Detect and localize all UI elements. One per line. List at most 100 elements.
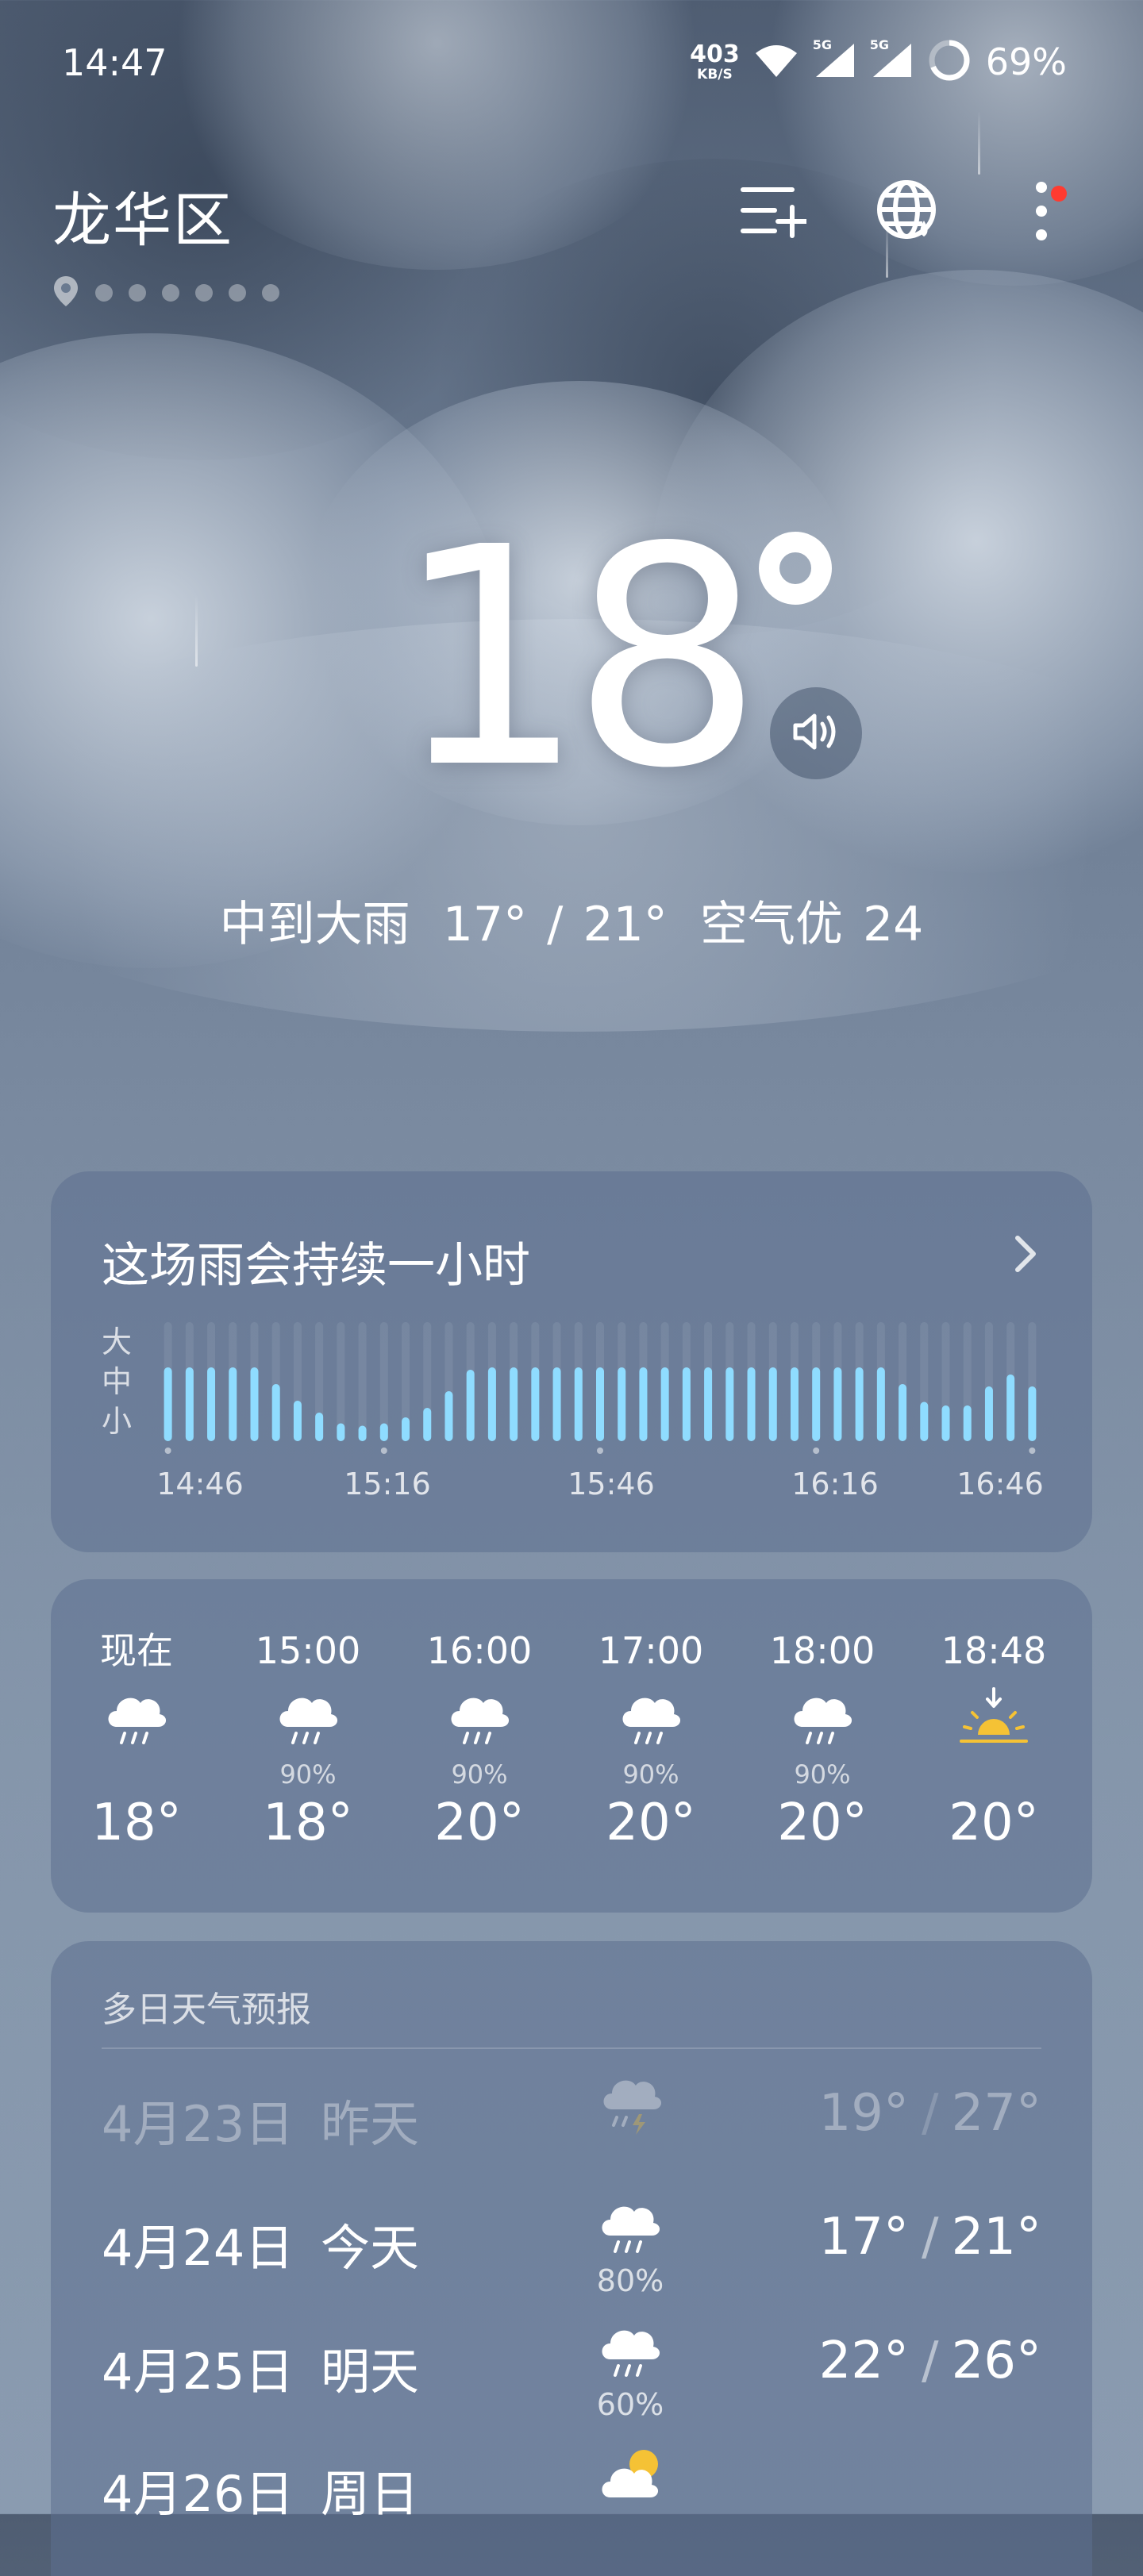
condition-text: 中到大雨 xyxy=(219,897,410,952)
hour-temp: 20° xyxy=(777,1794,868,1852)
hour-time: 16:00 xyxy=(426,1629,533,1672)
rain-forecast-card[interactable]: 这场雨会持续一小时 大 中 小 14:46 15:16 15:46 16:16 … xyxy=(51,1171,1092,1552)
thunderstorm-icon xyxy=(583,2068,678,2140)
temperature-range: 17° / 21° xyxy=(442,897,668,952)
day-row-tomorrow[interactable]: 4月25日 明天 60% 22°/26° xyxy=(51,2308,1092,2427)
rain-bar xyxy=(618,1367,626,1441)
divider xyxy=(102,2047,1041,2049)
x-tick-marker xyxy=(597,1448,603,1454)
hour-temp: 18° xyxy=(263,1794,353,1852)
status-time: 14:47 xyxy=(62,41,167,84)
day-row-yesterday[interactable]: 4月23日 昨天 19°/27° xyxy=(51,2060,1092,2179)
notification-dot xyxy=(1051,186,1067,202)
day-label: 今天 xyxy=(321,2219,420,2277)
hour-precip: 90% xyxy=(794,1759,851,1790)
page-dot xyxy=(229,284,246,302)
manage-cities-button[interactable] xyxy=(735,175,811,251)
rain-bar xyxy=(552,1367,561,1441)
rain-bar xyxy=(574,1367,583,1441)
rain-bar xyxy=(855,1367,864,1441)
day-low: 22° xyxy=(818,2332,909,2390)
rain-bar xyxy=(725,1367,734,1441)
rain-bar xyxy=(596,1367,604,1441)
x-tick-marker xyxy=(380,1448,387,1454)
day-high: 26° xyxy=(951,2332,1041,2390)
day-temperature-range: 19°/27° xyxy=(819,2084,1041,2143)
hour-item[interactable]: 18:00 90% 20° xyxy=(743,1627,902,1852)
rain-bar xyxy=(207,1367,216,1441)
rain-bar xyxy=(876,1367,885,1441)
rain-bar xyxy=(315,1413,324,1441)
rain-bar xyxy=(768,1367,777,1441)
day-row-today[interactable]: 4月24日 今天 80% 17°/21° xyxy=(51,2184,1092,2303)
more-menu-button[interactable] xyxy=(1003,175,1080,251)
rain-bar xyxy=(444,1391,453,1441)
hourly-forecast-card[interactable]: 现在 18° 15:00 90% 18° 16:00 90% 20° 17:00… xyxy=(51,1579,1092,1913)
voice-broadcast-button[interactable] xyxy=(770,687,862,779)
net-speed-value: 403 xyxy=(690,40,740,68)
hour-precip: 90% xyxy=(451,1759,508,1790)
status-icons: 403 KB/S 5G 5G 69% xyxy=(690,37,1067,86)
degree-symbol xyxy=(759,532,832,605)
page-dot xyxy=(95,284,113,302)
rain-icon xyxy=(583,2192,678,2263)
signal-label: 5G xyxy=(869,37,890,52)
rain-bar xyxy=(833,1367,842,1441)
rain-icon xyxy=(57,1679,216,1759)
air-quality[interactable]: 空气优 24 xyxy=(700,897,923,952)
location-pin-icon xyxy=(52,275,79,311)
globe-weather-button[interactable] xyxy=(870,175,946,251)
hour-item[interactable]: 17:00 90% 20° xyxy=(572,1627,730,1852)
time-tick: 14:46 xyxy=(156,1467,244,1501)
hour-item[interactable]: 现在 18° xyxy=(57,1627,216,1852)
rain-bar xyxy=(271,1384,280,1441)
sunset-icon xyxy=(914,1679,1073,1759)
hour-precip: 90% xyxy=(279,1759,337,1790)
current-temperature: 18 xyxy=(394,483,764,834)
x-tick-marker xyxy=(813,1448,820,1454)
hour-item[interactable]: 15:00 90% 18° xyxy=(229,1627,387,1852)
rain-bar xyxy=(358,1425,367,1441)
intensity-label-moderate: 中 xyxy=(102,1364,133,1399)
net-speed-unit: KB/S xyxy=(697,66,733,83)
rain-bar xyxy=(1028,1386,1037,1441)
temp-separator: / xyxy=(922,2332,939,2390)
rain-icon xyxy=(583,2316,678,2387)
more-menu-icon xyxy=(1033,179,1049,246)
intensity-label-heavy: 大 xyxy=(102,1325,133,1359)
partly-cloudy-icon xyxy=(583,2438,678,2509)
rain-bar-track xyxy=(337,1322,345,1441)
globe-weather-icon xyxy=(875,178,941,248)
intensity-axis: 大 中 小 xyxy=(102,1322,132,1441)
rain-bar xyxy=(984,1386,993,1441)
x-tick-marker xyxy=(1029,1448,1036,1454)
weather-summary: 中到大雨 17° / 21° 空气优 24 xyxy=(0,886,1143,955)
day-label: 明天 xyxy=(321,2343,420,2401)
day-row-sunday[interactable]: 4月26日 周日 xyxy=(51,2430,1092,2549)
hour-time: 15:00 xyxy=(255,1629,361,1672)
rain-icon xyxy=(229,1679,387,1759)
rain-bar xyxy=(337,1423,345,1441)
rain-bar xyxy=(941,1405,950,1441)
hour-item[interactable]: 18:48 20° xyxy=(914,1627,1073,1852)
wifi-icon xyxy=(754,42,799,82)
day-low: 17° xyxy=(818,2208,909,2266)
chevron-right-icon[interactable] xyxy=(1000,1230,1048,1278)
hour-temp: 18° xyxy=(91,1794,182,1852)
signal-label: 5G xyxy=(812,37,833,52)
rain-bar xyxy=(660,1367,669,1441)
rain-bar xyxy=(466,1370,475,1441)
hour-item[interactable]: 16:00 90% 20° xyxy=(400,1627,559,1852)
day-date: 4月26日 xyxy=(102,2465,294,2523)
daily-forecast-card[interactable]: 多日天气预报 4月23日 昨天 19°/27° 4月24日 今天 80% 17°… xyxy=(51,1941,1092,2576)
rain-bar xyxy=(379,1423,388,1441)
rain-bar xyxy=(812,1367,821,1441)
rain-bar xyxy=(747,1367,756,1441)
temp-separator: / xyxy=(922,2084,939,2143)
rain-intensity-chart xyxy=(157,1322,1043,1457)
location-name[interactable]: 龙华区 xyxy=(52,173,233,258)
day-temperature-range: 17°/21° xyxy=(819,2208,1041,2266)
battery-ring-icon xyxy=(927,38,972,86)
manage-cities-icon xyxy=(740,183,809,242)
hour-time: 17:00 xyxy=(598,1629,704,1672)
